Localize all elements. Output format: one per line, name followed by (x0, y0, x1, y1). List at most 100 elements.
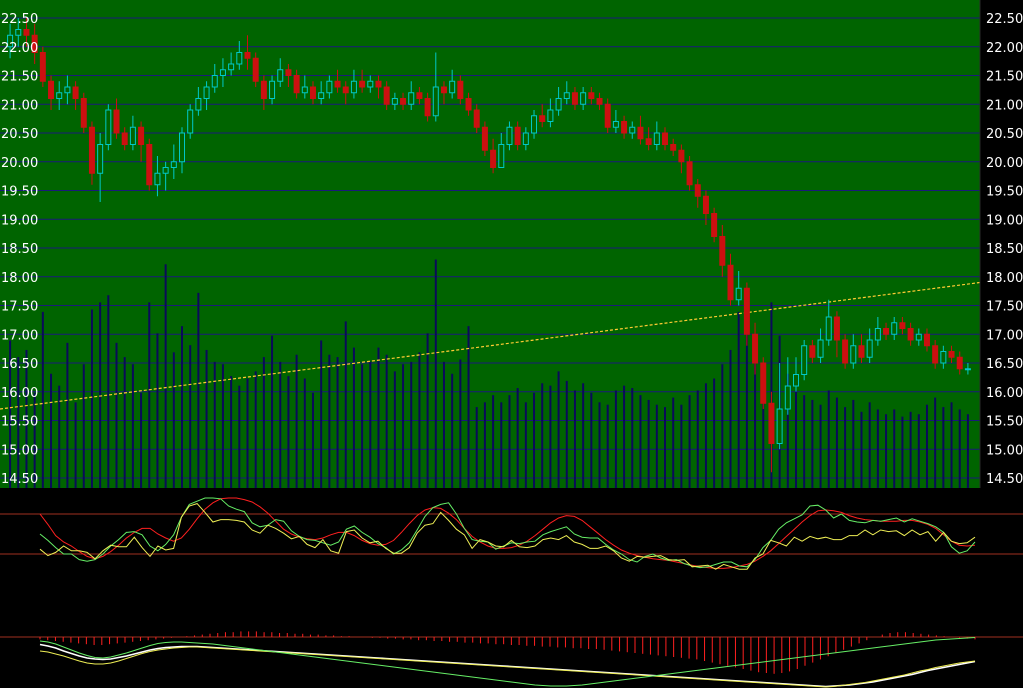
volume-bar (361, 364, 364, 488)
y-tick-right: 21.50 (986, 70, 1023, 85)
volume-bar (614, 390, 617, 488)
volume-bar (492, 395, 495, 488)
volume-bar (148, 302, 151, 488)
volume-bar (794, 390, 797, 488)
volume-bar (819, 404, 822, 488)
volume-bar (655, 404, 658, 488)
y-tick-right: 22.50 (986, 12, 1023, 27)
volume-bar (631, 388, 634, 488)
y-tick-right: 22.00 (986, 41, 1023, 56)
y-tick-left: 21.00 (1, 98, 38, 113)
y-tick-left: 22.50 (1, 12, 38, 27)
volume-bar (459, 359, 462, 488)
y-tick-left: 14.50 (1, 472, 38, 487)
volume-bar (835, 397, 838, 488)
volume-bar (475, 407, 478, 488)
volume-bar (352, 347, 355, 488)
volume-bar (958, 409, 961, 488)
volume-bar (582, 383, 585, 488)
candle (39, 46, 46, 87)
y-tick-left: 19.00 (1, 213, 38, 228)
candle (105, 104, 112, 151)
candle (146, 138, 153, 191)
y-tick-right: 20.50 (986, 127, 1023, 142)
volume-bar (131, 364, 134, 488)
stock-chart: 14.50 14.50 15.00 15.00 15.50 15.50 16.00 16.00… (0, 0, 1023, 688)
volume-bar (483, 402, 486, 488)
volume-bar (344, 321, 347, 488)
y-tick-right: 20.00 (986, 156, 1023, 171)
volume-bar (279, 361, 282, 488)
volume-bar (41, 311, 44, 488)
volume-bar (50, 373, 53, 488)
volume-bar (557, 371, 560, 488)
volume-bar (598, 402, 601, 488)
indicator-panels (0, 488, 1023, 688)
volume-bar (164, 264, 167, 488)
y-tick-left: 16.50 (1, 357, 38, 372)
volume-bar (99, 302, 102, 488)
volume-bar (925, 404, 928, 488)
volume-bar (82, 364, 85, 488)
volume-bar (950, 402, 953, 488)
volume-bar (172, 352, 175, 488)
volume-bar (189, 345, 192, 488)
volume-bar (745, 330, 748, 488)
y-tick-right: 17.50 (986, 300, 1023, 315)
candle (80, 92, 87, 133)
volume-bar (74, 402, 77, 488)
volume-bar (262, 357, 265, 488)
volume-bar (606, 404, 609, 488)
volume-bar (221, 364, 224, 488)
volume-bar (442, 361, 445, 488)
volume-bar (140, 392, 143, 488)
y-tick-left: 20.00 (1, 156, 38, 171)
volume-bar (917, 414, 920, 488)
volume-bar (467, 326, 470, 488)
volume-bar (402, 364, 405, 488)
y-tick-right: 18.00 (986, 271, 1023, 286)
volume-bar (508, 395, 511, 488)
volume-bar (246, 378, 249, 488)
volume-bar (868, 402, 871, 488)
chart-stage: 14.50 14.50 15.00 15.00 15.50 15.50 16.00 16.00… (0, 0, 1023, 688)
y-tick-left: 21.50 (1, 70, 38, 85)
volume-bar (934, 397, 937, 488)
volume-bar (827, 390, 830, 488)
volume-bar (664, 407, 667, 488)
volume-bar (860, 411, 863, 488)
y-tick-right: 14.50 (986, 472, 1023, 487)
volume-bar (672, 397, 675, 488)
volume-bar (181, 326, 184, 488)
volume-bar (680, 404, 683, 488)
y-tick-left: 20.50 (1, 127, 38, 142)
volume-bar (876, 409, 879, 488)
volume-bar (90, 309, 93, 488)
y-tick-right: 17.00 (986, 328, 1023, 343)
volume-bar (287, 376, 290, 488)
volume-bar (451, 373, 454, 488)
volume-bar (893, 409, 896, 488)
volume-bar (647, 399, 650, 488)
volume-bar (410, 361, 413, 488)
volume-bar (885, 414, 888, 488)
y-tick-left: 19.50 (1, 185, 38, 200)
volume-bar (254, 371, 257, 488)
y-tick-right: 16.50 (986, 357, 1023, 372)
volume-bar (434, 259, 437, 488)
volume-bar (524, 402, 527, 488)
volume-bar (230, 376, 233, 488)
volume-bar (311, 392, 314, 488)
y-tick-left: 16.00 (1, 386, 38, 401)
y-tick-left: 18.50 (1, 242, 38, 257)
volume-bar (418, 352, 421, 488)
volume-bar (115, 342, 118, 488)
volume-bar (426, 333, 429, 488)
y-tick-left: 22.00 (1, 41, 38, 56)
volume-bar (844, 407, 847, 488)
volume-bar (721, 364, 724, 488)
y-tick-right: 16.00 (986, 386, 1023, 401)
volume-bar (704, 383, 707, 488)
volume-bar (385, 354, 388, 488)
y-tick-right: 19.00 (986, 213, 1023, 228)
